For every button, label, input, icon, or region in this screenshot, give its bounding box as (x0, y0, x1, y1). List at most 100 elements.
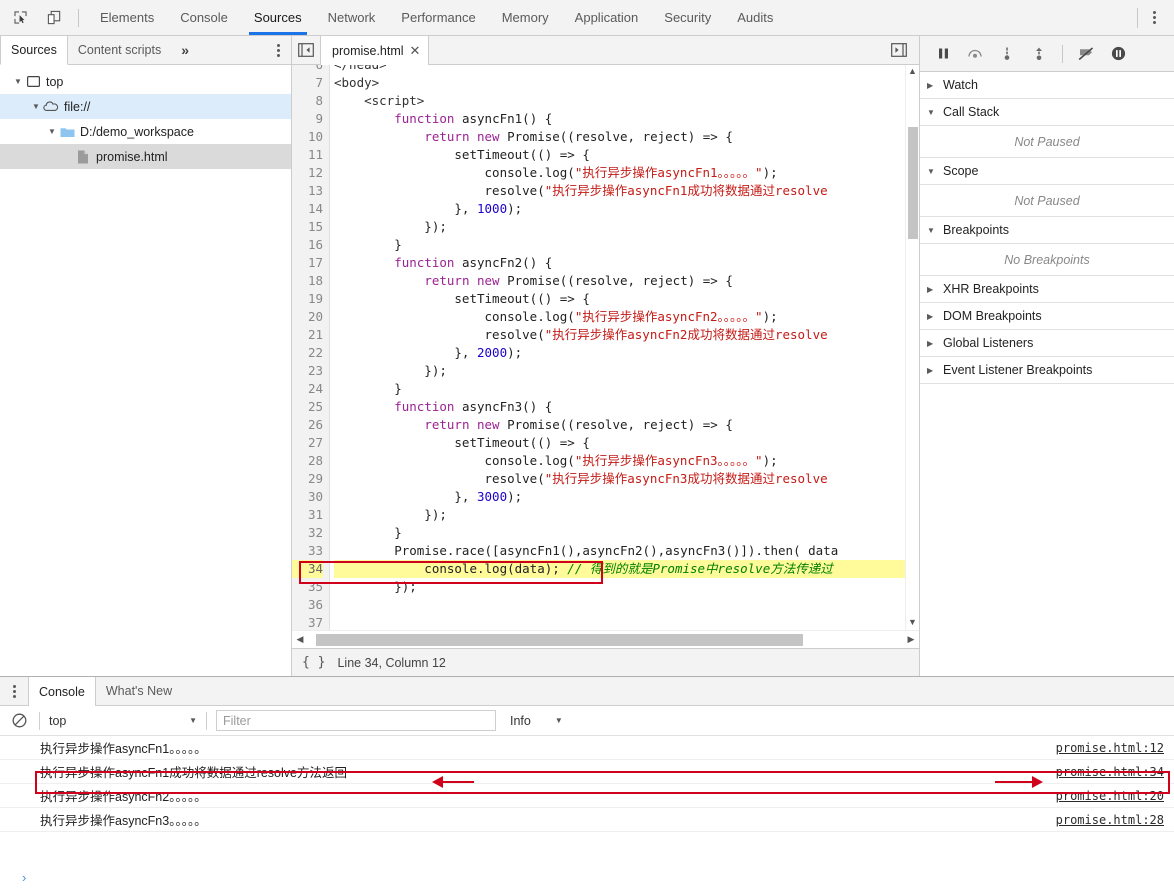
code-line[interactable]: console.log("执行异步操作asyncFn1。。。。。"); (334, 164, 905, 182)
line-number[interactable]: 11 (292, 146, 323, 164)
tab-memory[interactable]: Memory (489, 0, 562, 35)
code-line[interactable]: } (334, 236, 905, 254)
line-number[interactable]: 31 (292, 506, 323, 524)
tree-item-demo-workspace[interactable]: D:/demo_workspace (0, 119, 291, 144)
tab-application[interactable]: Application (562, 0, 652, 35)
line-number[interactable]: 13 (292, 182, 323, 200)
code-line[interactable] (334, 614, 905, 630)
console-context-selector[interactable]: top ▼ (49, 714, 197, 728)
code-line[interactable]: }, 2000); (334, 344, 905, 362)
tree-item-top[interactable]: top (0, 69, 291, 94)
code-line[interactable] (334, 596, 905, 614)
code-line[interactable]: function asyncFn1() { (334, 110, 905, 128)
line-number[interactable]: 34 (292, 560, 323, 578)
debug-section-global-listeners[interactable]: ▶ Global Listeners (920, 330, 1174, 357)
code-line-highlighted[interactable]: console.log(data); // 得到的就是Promise中resol… (334, 560, 905, 578)
code-line[interactable]: } (334, 380, 905, 398)
chevron-down-icon[interactable] (46, 127, 58, 136)
chevron-down-icon[interactable]: ▼ (555, 716, 563, 725)
code-line[interactable]: }, 1000); (334, 200, 905, 218)
console-prompt[interactable]: › (0, 865, 1174, 889)
step-into-icon[interactable] (992, 41, 1022, 67)
line-number[interactable]: 33 (292, 542, 323, 560)
code-line[interactable]: console.log("执行异步操作asyncFn3。。。。。"); (334, 452, 905, 470)
navigator-tab-sources[interactable]: Sources (0, 36, 68, 65)
debug-section-scope[interactable]: ▼ Scope (920, 158, 1174, 185)
line-number[interactable]: 36 (292, 596, 323, 614)
chevron-right-icon[interactable]: ▶ (927, 81, 937, 90)
editor-horizontal-scrollbar[interactable]: ◀ ▶ (292, 630, 919, 648)
console-level-selector[interactable]: Info ▼ (510, 714, 563, 728)
code-line[interactable]: }); (334, 578, 905, 596)
console-message-source-link[interactable]: promise.html:34 (1056, 765, 1164, 779)
code-line[interactable]: setTimeout(() => { (334, 290, 905, 308)
code-line[interactable]: resolve("执行异步操作asyncFn1成功将数据通过resolve (334, 182, 905, 200)
code-line[interactable]: setTimeout(() => { (334, 434, 905, 452)
line-number[interactable]: 8 (292, 92, 323, 110)
code-line[interactable]: function asyncFn2() { (334, 254, 905, 272)
chevron-right-icon[interactable]: ▶ (927, 312, 937, 321)
chevron-down-icon[interactable]: ▼ (189, 716, 197, 725)
console-message-source-link[interactable]: promise.html:20 (1056, 789, 1164, 803)
line-number[interactable]: 10 (292, 128, 323, 146)
code-editor[interactable]: 6789101112131415161718192021222324252627… (292, 65, 919, 630)
tab-performance[interactable]: Performance (388, 0, 488, 35)
line-number[interactable]: 27 (292, 434, 323, 452)
line-number[interactable]: 7 (292, 74, 323, 92)
editor-vertical-scrollbar[interactable]: ▲ ▼ (905, 65, 919, 630)
line-number[interactable]: 28 (292, 452, 323, 470)
vertical-scroll-thumb[interactable] (908, 127, 918, 239)
debug-section-dom-breakpoints[interactable]: ▶ DOM Breakpoints (920, 303, 1174, 330)
pause-on-exceptions-icon[interactable] (1103, 41, 1133, 67)
code-line[interactable]: </head> (334, 65, 905, 74)
close-icon[interactable]: ✕ (410, 44, 421, 57)
line-number[interactable]: 35 (292, 578, 323, 596)
code-line[interactable]: console.log("执行异步操作asyncFn2。。。。。"); (334, 308, 905, 326)
console-message-source-link[interactable]: promise.html:28 (1056, 813, 1164, 827)
panel-collapse-left-icon[interactable] (292, 36, 320, 64)
drawer-tab-console[interactable]: Console (28, 677, 96, 706)
chevron-down-icon[interactable]: ▼ (927, 167, 937, 176)
line-number[interactable]: 6 (292, 65, 323, 74)
code-line[interactable]: function asyncFn3() { (334, 398, 905, 416)
line-number[interactable]: 19 (292, 290, 323, 308)
horizontal-scroll-thumb[interactable] (316, 633, 803, 646)
code-line[interactable]: resolve("执行异步操作asyncFn3成功将数据通过resolve (334, 470, 905, 488)
console-message-source-link[interactable]: promise.html:12 (1056, 741, 1164, 755)
code-line[interactable]: <body> (334, 74, 905, 92)
code-line[interactable]: <script> (334, 92, 905, 110)
code-line[interactable]: return new Promise((resolve, reject) => … (334, 272, 905, 290)
console-filter-input[interactable]: Filter (216, 710, 496, 731)
line-number[interactable]: 14 (292, 200, 323, 218)
drawer-options-kebab-icon[interactable] (0, 677, 28, 705)
pause-resume-icon[interactable] (928, 41, 958, 67)
tab-sources[interactable]: Sources (241, 0, 315, 35)
code-line[interactable]: return new Promise((resolve, reject) => … (334, 128, 905, 146)
step-out-icon[interactable] (1024, 41, 1054, 67)
navigator-tab-content-scripts[interactable]: Content scripts (68, 36, 172, 64)
code-line[interactable]: } (334, 524, 905, 542)
line-number[interactable]: 29 (292, 470, 323, 488)
main-menu-kebab-icon[interactable] (1142, 5, 1166, 31)
line-number[interactable]: 32 (292, 524, 323, 542)
navigator-options-kebab-icon[interactable] (265, 36, 291, 64)
drawer-tab-whats-new[interactable]: What's New (96, 677, 182, 705)
chevron-right-icon[interactable]: ▶ (927, 366, 937, 375)
inspect-element-icon[interactable] (6, 5, 34, 31)
code-line[interactable]: }); (334, 218, 905, 236)
code-line[interactable]: }); (334, 506, 905, 524)
code-line[interactable]: }); (334, 362, 905, 380)
chevron-right-icon[interactable]: ▶ (927, 339, 937, 348)
line-number[interactable]: 30 (292, 488, 323, 506)
scroll-left-arrow-icon[interactable]: ◀ (292, 634, 308, 645)
debug-section-event-listener-breakpoints[interactable]: ▶ Event Listener Breakpoints (920, 357, 1174, 384)
tree-item-promise-html[interactable]: promise.html (0, 144, 291, 169)
line-number[interactable]: 20 (292, 308, 323, 326)
deactivate-breakpoints-icon[interactable] (1071, 41, 1101, 67)
line-number[interactable]: 25 (292, 398, 323, 416)
debug-section-call-stack[interactable]: ▼ Call Stack (920, 99, 1174, 126)
code-line[interactable]: resolve("执行异步操作asyncFn2成功将数据通过resolve (334, 326, 905, 344)
line-number[interactable]: 22 (292, 344, 323, 362)
tab-network[interactable]: Network (315, 0, 389, 35)
horizontal-scroll-track[interactable] (308, 633, 903, 646)
